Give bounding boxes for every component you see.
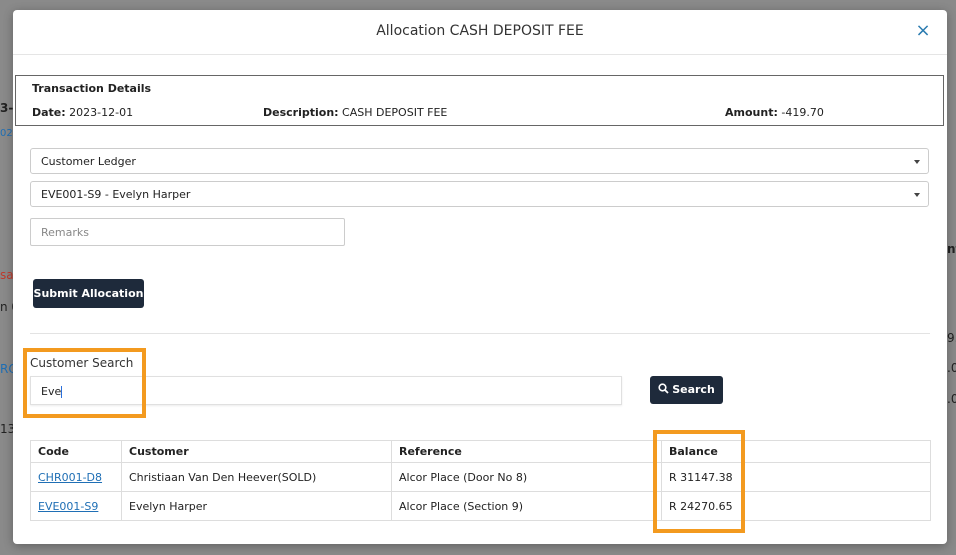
customer-code-link[interactable]: CHR001-D8	[38, 471, 102, 484]
background-fragment: 9.7	[947, 331, 956, 345]
column-header-customer: Customer	[121, 440, 392, 463]
customer-search-input[interactable]: Eve	[30, 376, 622, 405]
reference-cell: Alcor Place (Door No 8)	[391, 462, 662, 492]
background-fragment: 3-	[0, 101, 14, 115]
transaction-description: Description: CASH DEPOSIT FEE	[263, 106, 447, 119]
amount-value: -419.70	[781, 106, 824, 119]
chevron-down-icon	[914, 160, 920, 164]
search-button-label: Search	[672, 383, 715, 396]
customer-code-link[interactable]: EVE001-S9	[38, 500, 98, 513]
remarks-input[interactable]: Remarks	[30, 218, 345, 246]
text-cursor	[61, 386, 63, 398]
balance-cell: R 31147.38	[661, 462, 931, 492]
customer-cell: Christiaan Van Den Heever(SOLD)	[121, 462, 392, 492]
submit-allocation-button[interactable]: Submit Allocation	[33, 279, 144, 308]
background-fragment: .0	[947, 361, 956, 375]
customer-select[interactable]: EVE001-S9 - Evelyn Harper	[30, 181, 929, 207]
balance-cell: R 24270.65	[661, 491, 931, 521]
ledger-select[interactable]: Customer Ledger	[30, 148, 929, 174]
column-header-balance: Balance	[661, 440, 931, 463]
allocation-modal: Allocation CASH DEPOSIT FEE × Transactio…	[13, 10, 947, 544]
column-header-code: Code	[30, 440, 122, 463]
modal-header: Allocation CASH DEPOSIT FEE ×	[13, 10, 947, 55]
transaction-amount: Amount: -419.70	[725, 106, 824, 119]
chevron-down-icon	[914, 193, 920, 197]
date-value: 2023-12-01	[69, 106, 134, 119]
transaction-date: Date: 2023-12-01	[32, 106, 133, 119]
column-header-reference: Reference	[391, 440, 662, 463]
table-row[interactable]: CHR001-D8 Christiaan Van Den Heever(SOLD…	[30, 462, 931, 492]
search-button[interactable]: Search	[650, 376, 723, 404]
transaction-heading: Transaction Details	[32, 82, 152, 95]
background-fragment: 02	[0, 128, 13, 139]
transaction-details: Transaction Details Date: 2023-12-01 Des…	[15, 75, 944, 126]
amount-label: Amount:	[725, 106, 778, 119]
reference-cell: Alcor Place (Section 9)	[391, 491, 662, 521]
search-input-value: Eve	[41, 385, 62, 398]
description-label: Description:	[263, 106, 339, 119]
table-row[interactable]: EVE001-S9 Evelyn Harper Alcor Place (Sec…	[30, 491, 931, 521]
results-table: Code Customer Reference Balance CHR001-D…	[30, 440, 931, 521]
customer-search-label: Customer Search	[30, 356, 134, 370]
ledger-select-value: Customer Ledger	[41, 155, 136, 168]
search-icon	[658, 383, 669, 394]
customer-cell: Evelyn Harper	[121, 491, 392, 521]
close-icon[interactable]: ×	[915, 22, 931, 40]
code-cell: EVE001-S9	[30, 491, 122, 521]
divider	[30, 333, 930, 334]
background-fragment: nt	[947, 242, 956, 256]
code-cell: CHR001-D8	[30, 462, 122, 492]
table-header-row: Code Customer Reference Balance	[30, 440, 931, 463]
description-value: CASH DEPOSIT FEE	[342, 106, 448, 119]
modal-title: Allocation CASH DEPOSIT FEE	[376, 23, 584, 39]
background-fragment: .0	[947, 392, 956, 406]
date-label: Date:	[32, 106, 66, 119]
customer-select-value: EVE001-S9 - Evelyn Harper	[41, 188, 191, 201]
